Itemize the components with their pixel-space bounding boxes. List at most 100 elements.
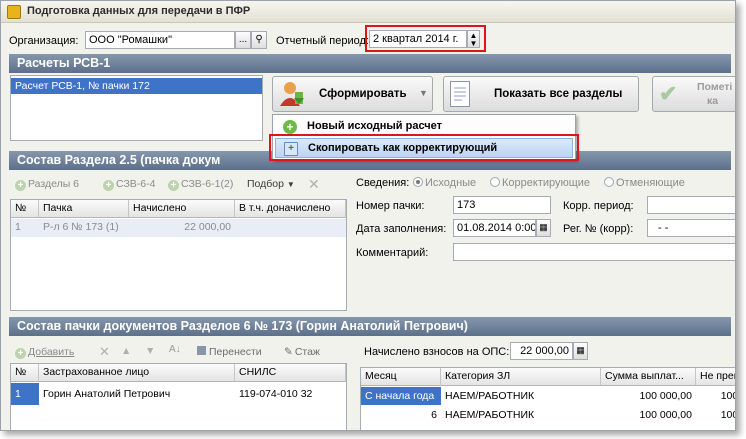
org-label: Организация: [9, 35, 79, 47]
dropdown-arrow-icon: ▼ [419, 88, 428, 98]
radio-icon [413, 177, 423, 187]
user-gear-icon [279, 80, 305, 108]
list-item[interactable]: Расчет РСВ-1, № пачки 172 [11, 78, 262, 94]
add-icon: + [103, 180, 114, 191]
table-row[interactable]: 1 Р-л 6 № 173 (1) 22 000,00 [11, 219, 346, 237]
row-snils: 119-074-010 32 [239, 388, 313, 400]
add-icon: + [15, 348, 26, 359]
radio-icon [604, 177, 614, 187]
pack-number-field[interactable]: 173 [453, 196, 551, 214]
section6-header: Состав пачки документов Разделов 6 № 173… [9, 317, 731, 336]
window-title: Подготовка данных для передачи в ПФР [27, 5, 251, 17]
transfer-button[interactable]: Перенести [197, 346, 262, 358]
table-row[interactable]: 1 Горин Анатолий Петрович 119-074-010 32 [11, 383, 346, 405]
row-not-exceeding: 100 0 [720, 390, 735, 402]
column-header[interactable]: Застрахованное лицо [39, 364, 235, 382]
radio-icon [490, 177, 500, 187]
pack-number-label: Номер пачки: [356, 200, 425, 212]
reg-number-label: Рег. № (корр): [563, 223, 634, 235]
comment-label: Комментарий: [356, 247, 429, 259]
payments-grid[interactable]: Месяц Категория ЗЛ Сумма выплат... Не пр… [360, 367, 735, 430]
column-header[interactable]: № [11, 364, 39, 382]
rsv-section-header: Расчеты РСВ-1 [9, 54, 731, 73]
corr-period-label: Корр. период: [563, 200, 634, 212]
delete-icon[interactable]: ✕ [99, 344, 110, 360]
sections6-button[interactable]: + Разделы 6 [15, 178, 79, 191]
transfer-icon [197, 346, 206, 355]
org-field[interactable]: ООО "Ромашки" [85, 31, 235, 49]
column-header[interactable]: Начислено [129, 200, 235, 218]
szv64-button[interactable]: + СЗВ-6-4 [103, 178, 155, 191]
show-all-sections-button[interactable]: Показать все разделы [443, 76, 639, 112]
form-button-label: Сформировать [319, 88, 407, 100]
row-month: 6 [431, 409, 437, 421]
section6-grid[interactable]: № Застрахованное лицо СНИЛС 1 Горин Анат… [10, 363, 347, 430]
row-category: НАЕМ/РАБОТНИК [445, 409, 535, 421]
add-button[interactable]: + Добавить [15, 346, 74, 359]
pencil-icon: ✎ [284, 346, 293, 358]
delete-icon[interactable]: ✕ [308, 176, 320, 193]
column-header[interactable]: Месяц [361, 368, 441, 386]
ops-label: Начислено взносов на ОПС: [364, 346, 510, 358]
fill-date-field[interactable]: 01.08.2014 0:00 [453, 219, 536, 237]
row-not-exceeding: 100 0 [720, 409, 735, 421]
period-label: Отчетный период: [276, 35, 369, 47]
radio-initial[interactable]: Исходные [413, 177, 476, 189]
column-header[interactable]: Пачка [39, 200, 129, 218]
calendar-icon[interactable]: ▦ [536, 219, 551, 237]
podbor-button[interactable]: Подбор ▼ [247, 178, 295, 190]
svedeniya-label: Сведения: [356, 177, 410, 189]
ops-field[interactable]: 22 000,00 [510, 342, 573, 360]
main-window: Подготовка данных для передачи в ПФР Орг… [0, 0, 736, 431]
document-icon [450, 81, 470, 107]
menu-highlight [269, 134, 579, 161]
row-num: 1 [11, 383, 39, 405]
add-icon: + [15, 180, 26, 191]
show-all-sections-label: Показать все разделы [494, 88, 623, 100]
table-row[interactable]: 6 НАЕМ/РАБОТНИК 100 000,00 100 0 [361, 406, 735, 424]
radio-cancel[interactable]: Отменяющие [604, 177, 685, 189]
column-header[interactable]: В т.ч. доначислено [235, 200, 346, 218]
calculator-icon[interactable]: ▦ [573, 342, 588, 360]
row-charged: 22 000,00 [184, 221, 231, 233]
stazh-button[interactable]: ✎ Стаж [284, 346, 320, 358]
section25-grid[interactable]: № Пачка Начислено В т.ч. доначислено 1 Р… [10, 199, 347, 311]
rsv-list[interactable]: Расчет РСВ-1, № пачки 172 [10, 75, 263, 141]
row-pack: Р-л 6 № 173 (1) [43, 221, 119, 233]
corr-period-field[interactable] [647, 196, 735, 214]
add-icon: + [283, 120, 297, 134]
row-sum: 100 000,00 [639, 390, 692, 402]
checkmark-icon: ✔ [659, 81, 678, 106]
dropdown-arrow-icon: ▼ [286, 180, 295, 189]
mark-button-label-2: ка [707, 95, 719, 107]
row-category: НАЕМ/РАБОТНИК [445, 390, 535, 402]
mark-button-label-1: Пометі [697, 81, 733, 93]
sort-icon[interactable]: A↓ [169, 344, 181, 355]
row-sum: 100 000,00 [639, 409, 692, 421]
column-header[interactable]: Сумма выплат... [601, 368, 696, 386]
row-month: С начала года [361, 387, 441, 405]
title-bar: Подготовка данных для передачи в ПФР [1, 1, 735, 23]
move-down-icon[interactable]: ▼ [145, 345, 155, 357]
row-person: Горин Анатолий Петрович [43, 388, 171, 400]
column-header[interactable]: Не прев [696, 368, 735, 386]
move-up-icon[interactable]: ▲ [121, 345, 131, 357]
section25-title: Состав Раздела 2.5 (пачка докум [17, 153, 221, 167]
radio-corrective[interactable]: Корректирующие [490, 177, 590, 189]
fill-date-label: Дата заполнения: [356, 223, 447, 235]
comment-field[interactable] [453, 243, 735, 261]
column-header[interactable]: № [11, 200, 39, 218]
column-header[interactable]: Категория ЗЛ [441, 368, 601, 386]
row-num: 1 [15, 221, 21, 233]
table-row[interactable]: С начала года НАЕМ/РАБОТНИК 100 000,00 1… [361, 387, 735, 405]
period-highlight [365, 25, 486, 52]
reg-number-field[interactable]: - - [647, 219, 735, 237]
szv612-button[interactable]: + СЗВ-6-1(2) [168, 178, 233, 191]
column-header[interactable]: СНИЛС [235, 364, 346, 382]
form-button[interactable]: Сформировать ▼ [272, 76, 433, 112]
add-icon: + [168, 180, 179, 191]
mark-button[interactable]: ✔ Пометі ка [652, 76, 735, 112]
org-select-button[interactable]: ... [235, 31, 251, 49]
app-icon [7, 5, 21, 19]
search-icon[interactable]: ⚲ [251, 31, 267, 49]
